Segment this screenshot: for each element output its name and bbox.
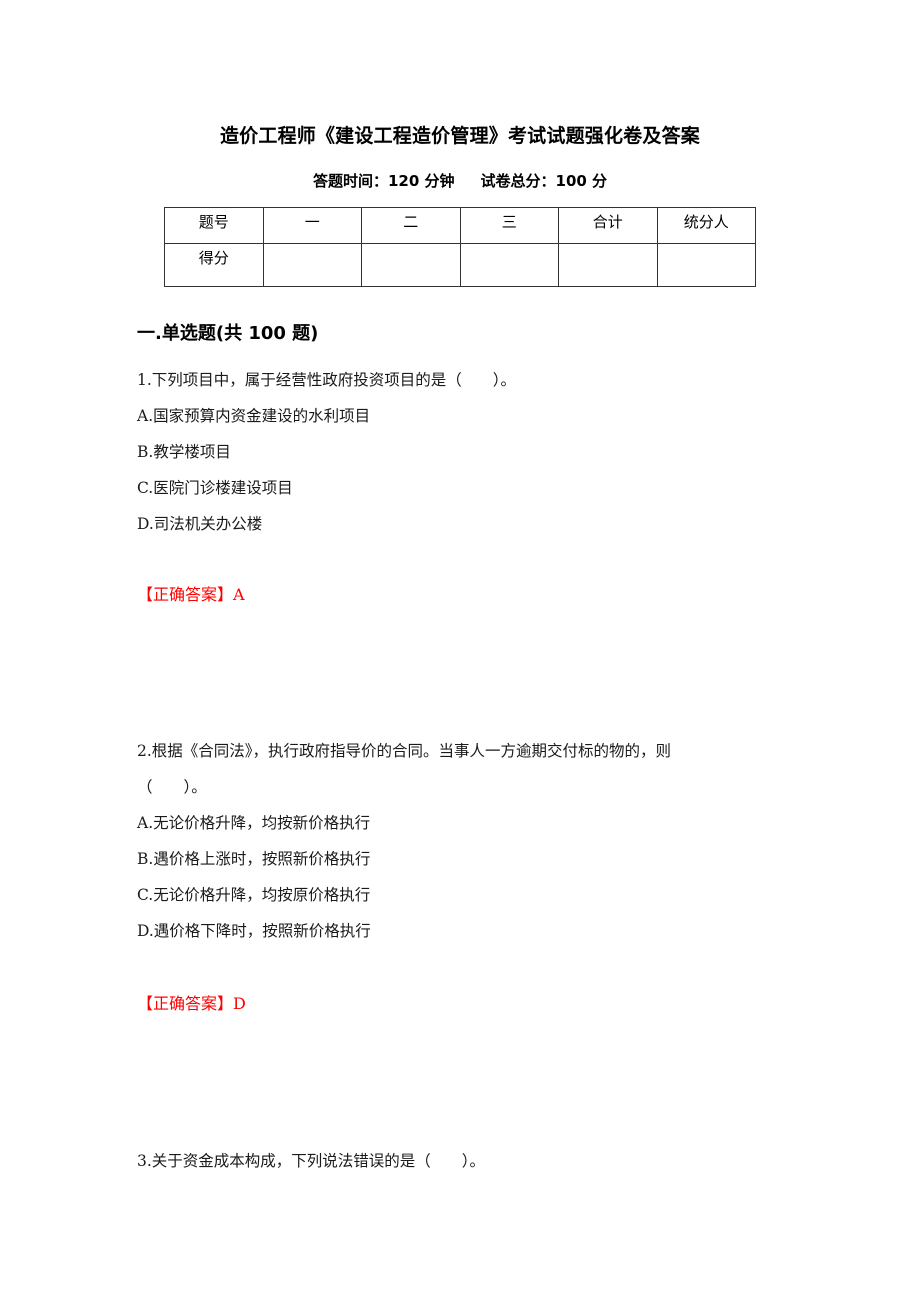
option-b: B.教学楼项目 — [137, 443, 231, 461]
option-a: A.国家预算内资金建设的水利项目 — [137, 407, 371, 425]
question-2: 2.根据《合同法》，执行政府指导价的合同。当事人一方逾期交付标的物的，则 （ ）… — [137, 733, 671, 949]
header-cell-scorer: 统分人 — [656, 207, 756, 244]
exam-time: 答题时间：120 分钟 — [312, 172, 455, 190]
document-title: 造价工程师《建设工程造价管理》考试试题强化卷及答案 — [219, 125, 700, 147]
score-cell-part-3 — [459, 243, 559, 287]
header-cell-part-3: 三 — [459, 207, 559, 244]
question-3: 3.关于资金成本构成，下列说法错误的是（ ）。 — [137, 1143, 485, 1179]
option-c: C.无论价格升降，均按原价格执行 — [137, 886, 371, 904]
header-cell-part-2: 二 — [361, 207, 461, 244]
score-row-label: 得分 — [164, 243, 264, 287]
header-cell-total: 合计 — [558, 207, 658, 244]
score-table-header-row: 题号 一 二 三 合计 统分人 — [164, 207, 756, 244]
exam-meta: 答题时间：120 分钟 试卷总分：100 分 — [0, 169, 920, 193]
section-title: 一.单选题(共 100 题) — [137, 323, 319, 344]
question-stem: 1.下列项目中，属于经营性政府投资项目的是（ ）。 — [137, 371, 517, 389]
header-cell-part-1: 一 — [262, 207, 362, 244]
score-cell-part-1 — [262, 243, 362, 287]
question-1: 1.下列项目中，属于经营性政府投资项目的是（ ）。 A.国家预算内资金建设的水利… — [137, 362, 516, 542]
question-stem-continued: （ ）。 — [137, 778, 207, 796]
option-d: D.遇价格下降时，按照新价格执行 — [137, 922, 371, 940]
option-b: B.遇价格上涨时，按照新价格执行 — [137, 850, 371, 868]
option-d: D.司法机关办公楼 — [137, 515, 263, 533]
question-stem: 3.关于资金成本构成，下列说法错误的是（ ）。 — [137, 1152, 486, 1170]
correct-answer: 【正确答案】D — [137, 994, 246, 1013]
question-stem: 2.根据《合同法》，执行政府指导价的合同。当事人一方逾期交付标的物的，则 — [137, 742, 672, 760]
score-cell-part-2 — [361, 243, 461, 287]
score-table-score-row: 得分 — [164, 243, 756, 287]
option-c: C.医院门诊楼建设项目 — [137, 479, 293, 497]
header-cell-question-no: 题号 — [164, 207, 264, 244]
correct-answer: 【正确答案】A — [137, 585, 245, 604]
score-table: 题号 一 二 三 合计 统分人 得分 — [164, 207, 756, 287]
score-cell-scorer — [656, 243, 756, 287]
exam-total-score: 试卷总分：100 分 — [480, 172, 608, 190]
option-a: A.无论价格升降，均按新价格执行 — [137, 814, 371, 832]
score-cell-total — [558, 243, 658, 287]
